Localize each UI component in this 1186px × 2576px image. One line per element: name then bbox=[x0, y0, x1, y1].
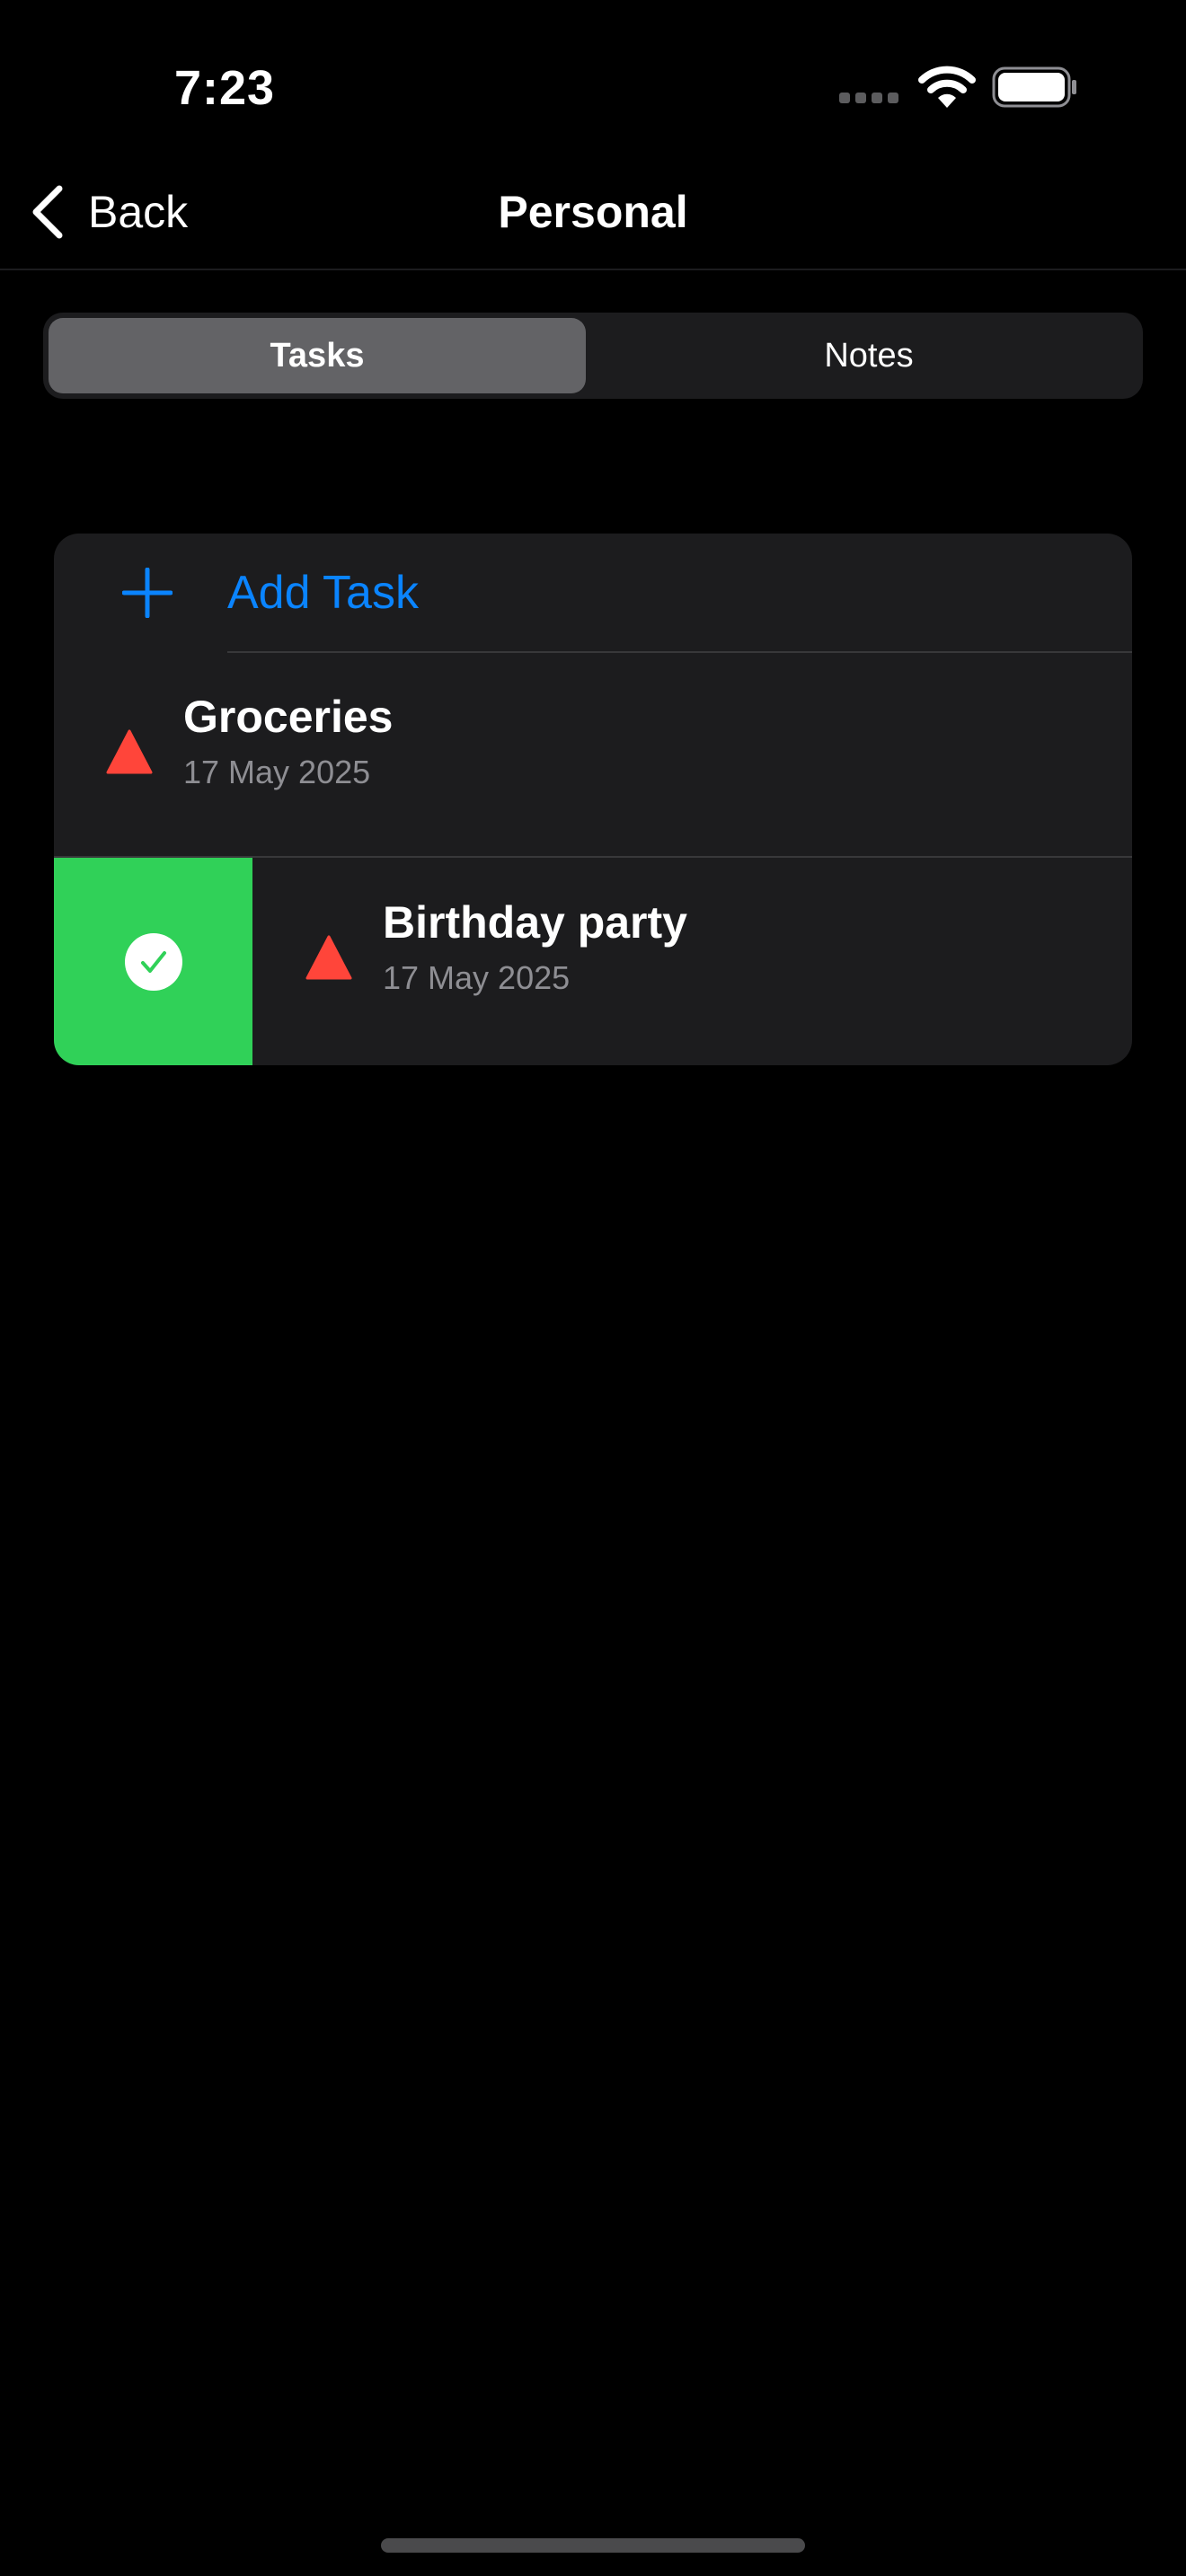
complete-task-button[interactable] bbox=[54, 858, 252, 1065]
checkmark-circle-icon bbox=[125, 933, 182, 991]
task-row-birthday-party[interactable]: Birthday party 17 May 2025 bbox=[54, 858, 1132, 1065]
page-title: Personal bbox=[498, 187, 688, 237]
add-task-button[interactable]: Add Task bbox=[54, 534, 1132, 652]
status-bar-time: 7:23 bbox=[173, 61, 276, 115]
warning-triangle-icon bbox=[106, 729, 153, 774]
plus-icon bbox=[122, 568, 173, 618]
segmented-control: Tasks Notes bbox=[43, 313, 1143, 399]
back-label: Back bbox=[88, 187, 189, 237]
tab-notes[interactable]: Notes bbox=[600, 318, 1137, 393]
wifi-icon bbox=[918, 65, 976, 110]
cellular-signal-icon bbox=[839, 93, 902, 105]
battery-icon bbox=[992, 66, 1078, 108]
task-date: 17 May 2025 bbox=[383, 959, 571, 996]
add-task-label: Add Task bbox=[227, 567, 419, 619]
task-title: Groceries bbox=[183, 692, 394, 742]
back-button[interactable]: Back bbox=[27, 176, 234, 248]
task-title: Birthday party bbox=[383, 897, 687, 948]
task-row-groceries[interactable]: Groceries 17 May 2025 bbox=[54, 652, 1132, 857]
nav-divider bbox=[0, 269, 1186, 270]
task-date: 17 May 2025 bbox=[183, 754, 371, 790]
task-list-card: Add Task Groceries 17 May 2025 Birthday … bbox=[54, 534, 1132, 1065]
tab-tasks[interactable]: Tasks bbox=[49, 318, 586, 393]
chevron-left-icon bbox=[32, 185, 63, 239]
warning-triangle-icon bbox=[305, 935, 352, 980]
home-indicator[interactable] bbox=[381, 2538, 805, 2553]
